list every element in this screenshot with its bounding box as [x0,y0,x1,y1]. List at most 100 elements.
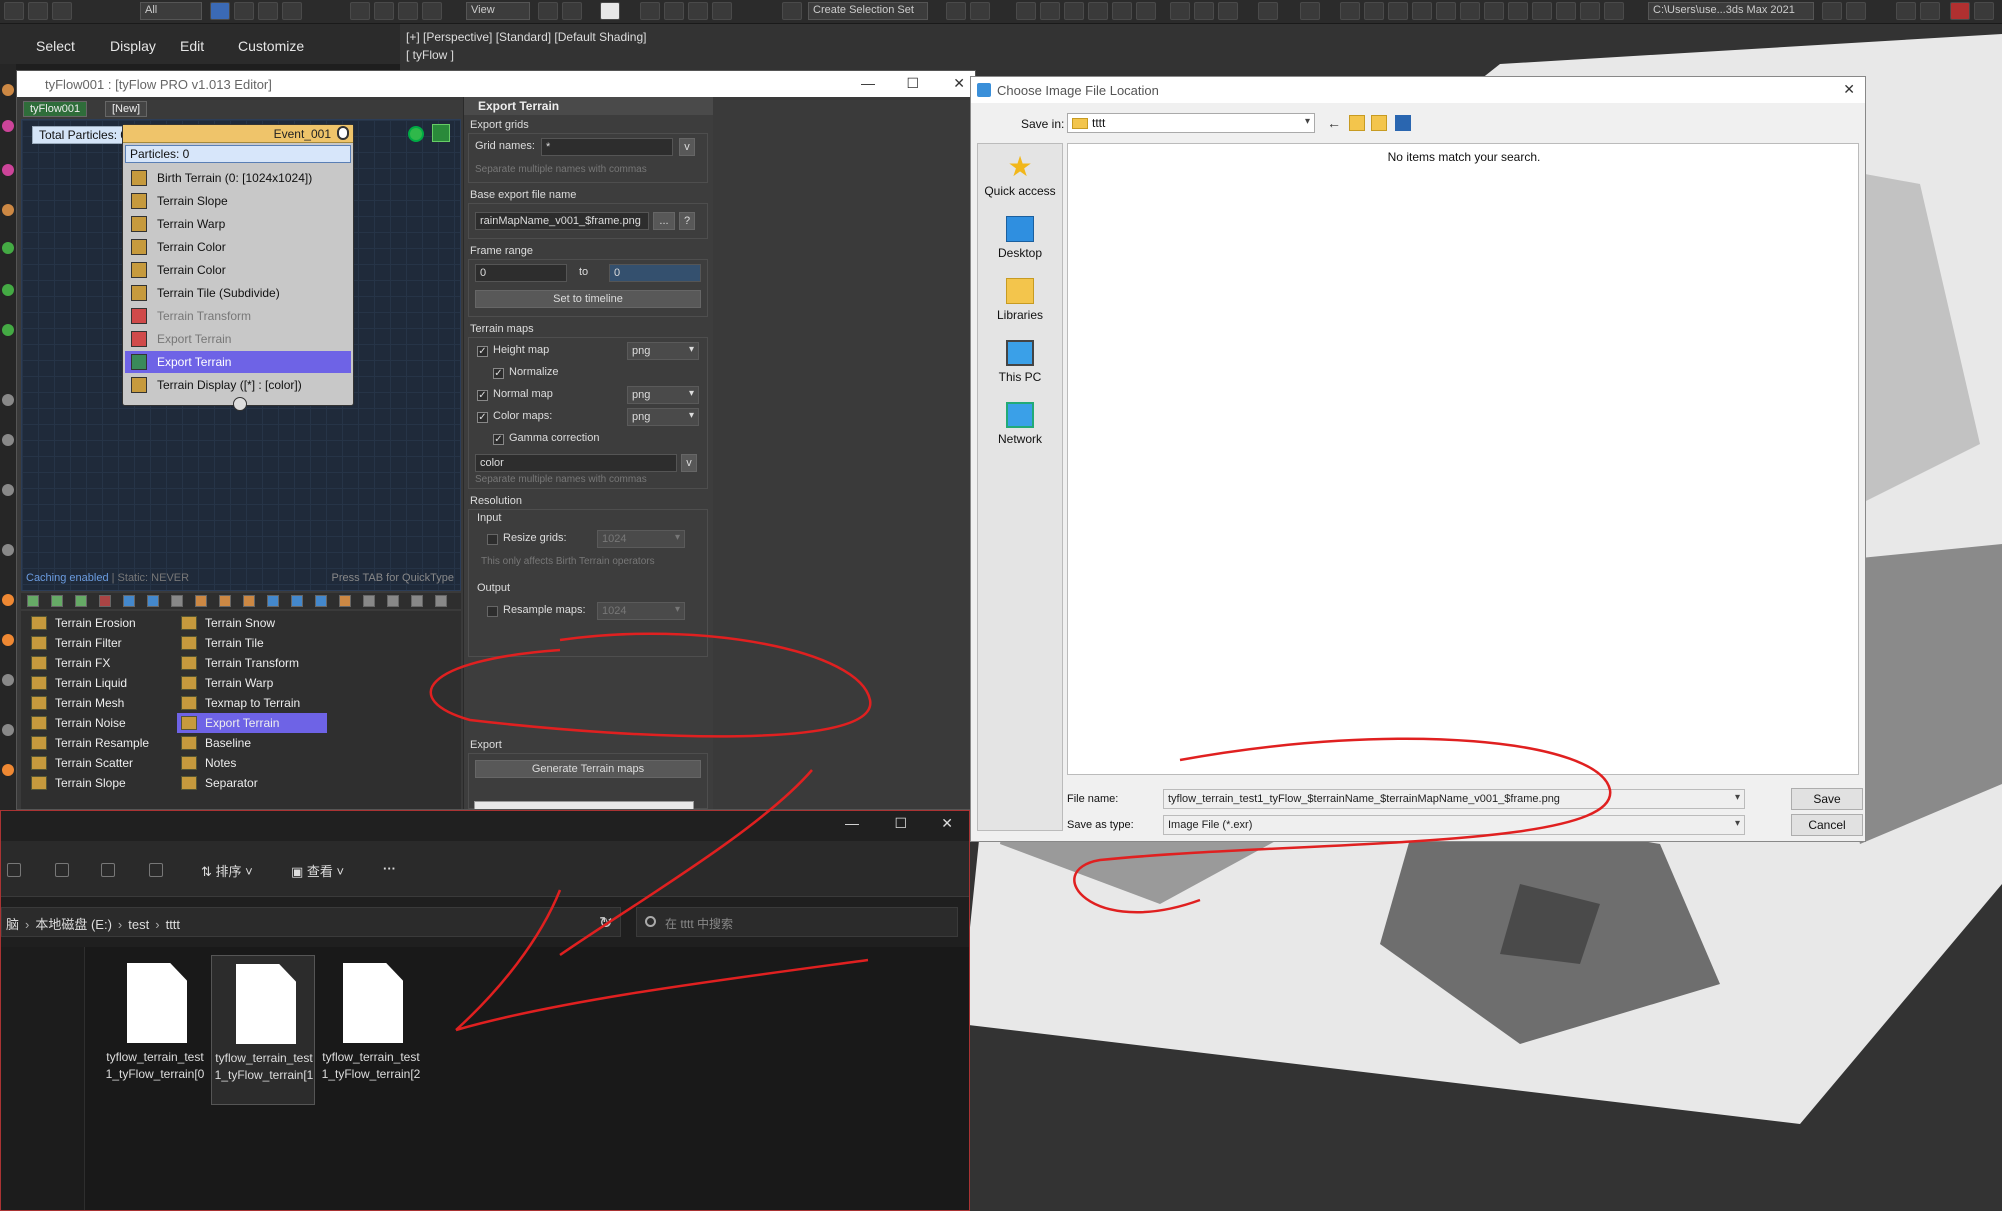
category-icon[interactable] [267,595,279,607]
resample-maps-checkbox[interactable]: ✓ [487,606,498,617]
menu-customize[interactable]: Customize [238,38,304,54]
bulb-icon[interactable] [337,126,349,140]
event-header[interactable]: Event_001 [123,125,353,143]
category-icon[interactable] [291,595,303,607]
resize-grids-checkbox[interactable]: ✓ [487,534,498,545]
category-icon[interactable] [339,595,351,607]
spinner-snap-icon[interactable] [712,2,732,20]
category-icon[interactable] [315,595,327,607]
strip-icon-13[interactable] [2,594,14,606]
grid-names-input[interactable]: * [541,138,673,156]
library-operator[interactable]: Notes [177,753,327,773]
delete-icon[interactable] [149,863,163,877]
explorer-minimize-icon[interactable]: — [845,815,859,831]
operator-row[interactable]: Terrain Color [125,259,351,281]
angle-snap-icon[interactable] [664,2,684,20]
refresh-icon[interactable]: ↻ [599,913,612,933]
flow-status-icon[interactable] [408,126,424,142]
refresh-icon[interactable] [432,124,450,142]
toolbar-extra-icon-a[interactable] [1896,2,1916,20]
new-folder-icon[interactable] [1371,115,1387,131]
rotate-icon[interactable] [374,2,394,20]
mirror-icon[interactable] [946,2,966,20]
tool-icon-j[interactable] [1556,2,1576,20]
select-by-name-icon[interactable] [234,2,254,20]
library-operator[interactable]: Terrain Slope [27,773,177,793]
toolbar-extra-icon-c[interactable] [1950,2,1970,20]
rect-select-icon[interactable] [258,2,278,20]
strip-icon-17[interactable] [2,764,14,776]
strip-icon-8[interactable] [2,324,14,336]
help-button[interactable]: ? [679,212,695,230]
menu-select[interactable]: Select [36,38,75,54]
library-operator[interactable]: Baseline [177,733,327,753]
place-libraries[interactable]: Libraries [978,274,1062,330]
explorer-close-icon[interactable]: ✕ [941,815,953,832]
file-item[interactable]: tyflow_terrain_test1_tyFlow_terrain[0 [103,955,207,1105]
library-operator[interactable]: Terrain Snow [177,613,327,633]
strip-icon-9[interactable] [2,394,14,406]
paste-icon[interactable] [55,863,69,877]
bind-icon[interactable] [52,2,72,20]
category-icon[interactable] [99,595,111,607]
align-icon[interactable] [970,2,990,20]
project-folder-icon[interactable] [1822,2,1842,20]
library-operator[interactable]: Terrain Mesh [27,693,177,713]
menu-edit[interactable]: Edit [180,38,204,54]
view-button[interactable]: ▣ 查看 ˅ [291,861,344,880]
category-icon[interactable] [195,595,207,607]
explorer-title-bar[interactable]: — ☐ ✕ [1,811,969,841]
flow-canvas[interactable]: Total Particles: 0 Event_001 Particles: … [21,119,461,591]
edit-named-selection-icon[interactable] [782,2,802,20]
strip-icon-4[interactable] [2,164,14,176]
operator-row[interactable]: Terrain Color [125,236,351,258]
grid-names-v-button[interactable]: v [679,138,695,156]
link-icon[interactable] [4,2,24,20]
menu-display[interactable]: Display [110,38,156,54]
library-operator[interactable]: Texmap to Terrain [177,693,327,713]
more-options-button[interactable]: ··· [383,861,396,876]
operator-row[interactable]: Export Terrain [125,351,351,373]
save-in-dropdown[interactable]: tttt [1067,113,1315,133]
file-name-input[interactable]: tyflow_terrain_test1_tyFlow_$terrainName… [1163,789,1745,809]
window-crossing-icon[interactable] [282,2,302,20]
category-icon[interactable] [411,595,423,607]
file-item[interactable]: tyflow_terrain_test1_tyFlow_terrain[2 [319,955,423,1105]
resample-maps-select[interactable]: 1024 [597,602,685,620]
cancel-button[interactable]: Cancel [1791,814,1863,836]
close-icon[interactable]: ✕ [953,75,965,92]
library-operator[interactable]: Terrain Filter [27,633,177,653]
curve-editor-icon[interactable] [1088,2,1108,20]
strip-icon-7[interactable] [2,284,14,296]
operator-row[interactable]: Terrain Slope [125,190,351,212]
render-in-cloud-icon[interactable] [1258,2,1278,20]
tab-tyflow001[interactable]: tyFlow001 [23,101,88,117]
toolbar-extra-icon-b[interactable] [1920,2,1940,20]
library-operator[interactable]: Terrain FX [27,653,177,673]
color-maps-v-button[interactable]: v [681,454,697,472]
category-icon[interactable] [243,595,255,607]
scale-icon[interactable] [398,2,418,20]
select-object-icon[interactable] [210,2,230,20]
back-icon[interactable]: ← [1327,115,1343,131]
operator-row[interactable]: Terrain Tile (Subdivide) [125,282,351,304]
tool-icon-b[interactable] [1364,2,1384,20]
gamma-checkbox[interactable]: ✓ [493,434,504,445]
tool-icon-d[interactable] [1412,2,1432,20]
tool-icon-i[interactable] [1532,2,1552,20]
color-maps-names-input[interactable]: color [475,454,677,472]
breadcrumb-item[interactable]: 脑 [6,917,19,932]
library-operator[interactable]: Terrain Tile [177,633,327,653]
library-operator[interactable]: Terrain Erosion [27,613,177,633]
category-icon[interactable] [219,595,231,607]
percent-snap-icon[interactable] [688,2,708,20]
event-node[interactable]: Event_001 Particles: 0 Birth Terrain (0:… [122,124,354,411]
tab-new[interactable]: [New] [105,101,148,117]
minimize-icon[interactable]: — [861,75,875,91]
category-icon[interactable] [27,595,39,607]
breadcrumb[interactable]: 脑 › 本地磁盘 (E:) › test › tttt ˅ [1,907,621,937]
placement-icon[interactable] [422,2,442,20]
select-manipulate-icon[interactable] [562,2,582,20]
strip-icon-12[interactable] [2,544,14,556]
copy-icon[interactable] [7,863,21,877]
